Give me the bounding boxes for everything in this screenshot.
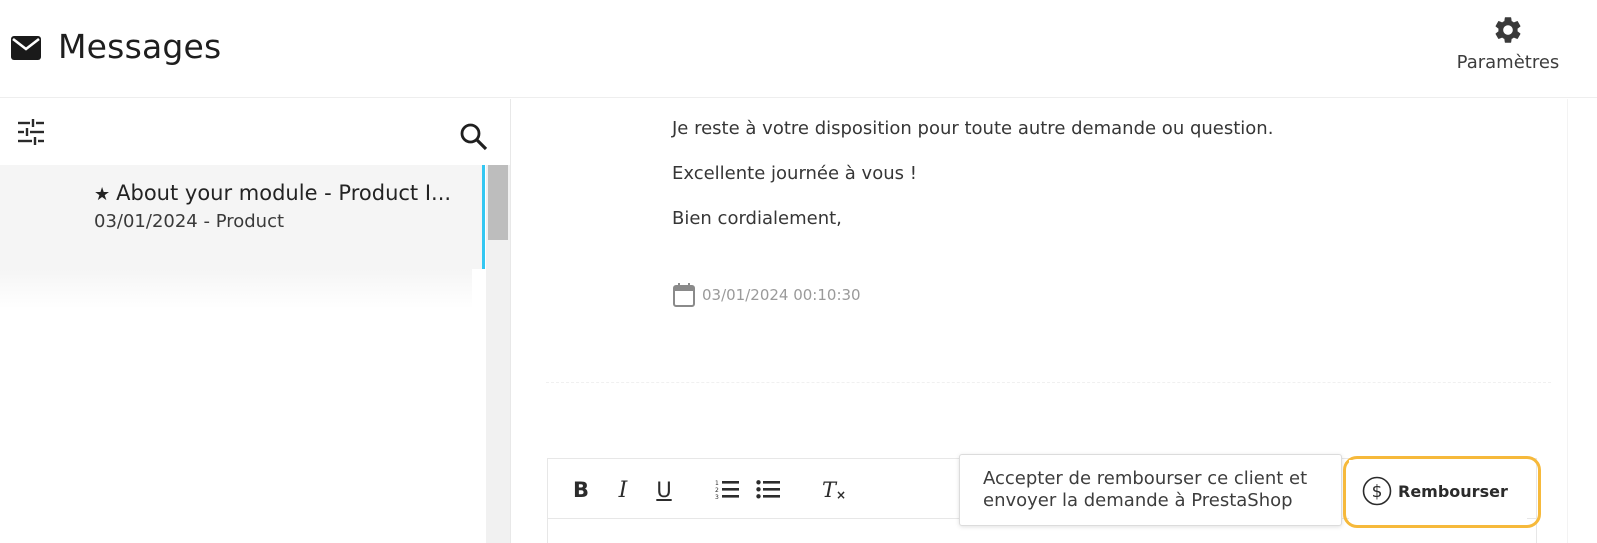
bullet-list-button[interactable] [755,473,781,507]
star-icon: ★ [94,184,111,205]
clear-format-button[interactable]: T × [820,473,848,507]
mail-icon [11,36,41,60]
page-title: Messages [58,27,222,66]
italic-button[interactable]: I [612,473,634,507]
timestamp-text: 03/01/2024 00:10:30 [702,286,861,304]
list-scrollbar[interactable] [486,165,510,543]
gear-icon [1495,17,1521,43]
bullet-list-icon [756,480,780,499]
ordered-list-icon: 1 2 3 [715,480,739,501]
message-timestamp: 03/01/2024 00:10:30 [672,282,861,308]
clear-format-glyph: T [821,478,836,502]
message-line: Je reste à votre disposition pour toute … [672,118,1274,139]
list-fade [0,269,472,309]
svg-text:1: 1 [715,480,719,487]
search-button[interactable] [458,121,490,153]
conversation-title: ★ About your module - Product I... [94,181,464,205]
underline-button[interactable]: U [651,473,677,507]
thread-scrollbar[interactable] [1567,99,1597,543]
conversation-meta: 03/01/2024 - Product [94,211,284,232]
message-line: Bien cordialement, [672,208,842,229]
calendar-icon [673,283,695,307]
dollar-circle-icon: $ [1362,476,1392,506]
thread-divider [546,382,1551,383]
settings-button[interactable]: Paramètres [1453,14,1563,78]
svg-text:3: 3 [715,494,719,501]
conversation-panel: ★ About your module - Product I... 03/01/… [0,99,511,543]
refund-button[interactable]: $ Rembourser [1349,460,1527,522]
clear-format-x-icon: × [835,488,847,502]
refund-tooltip: Accepter de rembourser ce client et envo… [959,454,1342,526]
search-icon [460,123,488,151]
svg-text:$: $ [1372,482,1383,502]
message-line: Excellente journée à vous ! [672,163,917,184]
list-scrollbar-thumb[interactable] [488,165,508,240]
conversation-item[interactable]: ★ About your module - Product I... 03/01/… [0,165,485,309]
filter-button[interactable] [16,117,46,147]
conversation-category: Product [215,211,285,232]
conversation-meta-separator: - [197,211,216,232]
svg-text:2: 2 [715,487,719,494]
bold-button[interactable]: B [570,473,592,507]
conversation-date: 03/01/2024 [94,211,198,232]
ordered-list-button[interactable]: 1 2 3 [714,473,740,507]
refund-button-label: Rembourser [1398,481,1508,501]
selected-indicator [482,165,485,269]
settings-label: Paramètres [1456,52,1560,73]
sliders-icon [18,119,44,145]
app-header: Messages Paramètres [0,0,1597,98]
conversation-title-text: About your module - Product I... [116,181,452,205]
